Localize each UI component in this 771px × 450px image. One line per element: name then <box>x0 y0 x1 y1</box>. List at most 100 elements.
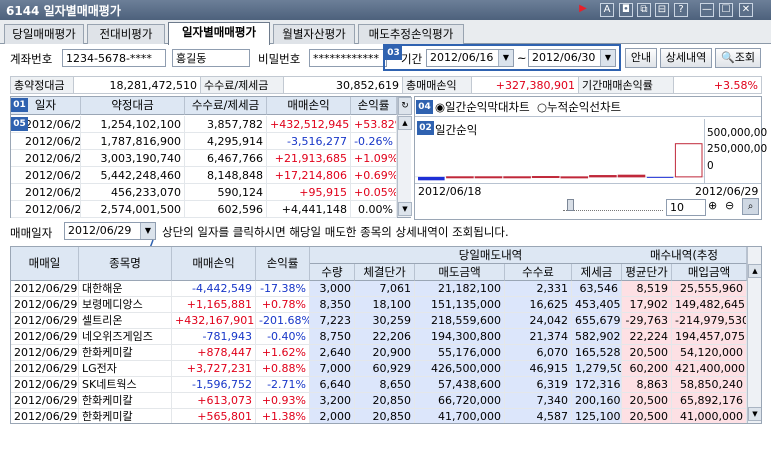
detail-header-5[interactable]: 체결단가 <box>355 264 415 281</box>
daily-cell-amount: 1,254,102,100 <box>81 116 185 133</box>
detail-cell-r: -201.68% <box>256 313 310 329</box>
tab-4[interactable]: 매도추정손익평가 <box>358 24 464 44</box>
search-button[interactable]: 🔍조회 <box>715 48 761 68</box>
window-button-1[interactable]: A <box>600 3 614 17</box>
daily-header-2[interactable]: 수수료/제세금 <box>185 97 267 115</box>
daily-row[interactable]: 2012/06/273,003,190,7406,467,766+21,913,… <box>11 150 397 167</box>
detail-row[interactable]: 2012/06/29 LG전자 +3,727,231 +0.88% 7,000 60,92… <box>11 361 747 377</box>
detail-header-0[interactable]: 매매일 <box>11 247 79 281</box>
detail-row[interactable]: 2012/06/29 보령메디앙스 +1,165,881 +0.78% 8,350 18,… <box>11 297 747 313</box>
daily-cell-rate: 0.00% <box>351 201 397 218</box>
slider-handle[interactable] <box>567 199 574 211</box>
daily-cell-fee: 8,148,848 <box>185 167 267 184</box>
detail-cell-s: 41,700,000 <box>415 409 505 423</box>
window-button-6[interactable]: — <box>700 3 714 17</box>
scroll-down-icon[interactable]: ▼ <box>398 202 412 216</box>
daily-row[interactable]: 2012/06/281,787,816,9004,295,914-3,516,2… <box>11 133 397 150</box>
detail-header-1[interactable]: 종목명 <box>79 247 172 281</box>
detail-cell-b: 41,000,000 <box>672 409 747 423</box>
detail-cell-q: 2,000 <box>310 409 355 423</box>
tab-1[interactable]: 전대비평가 <box>87 24 165 44</box>
detail-cell-f: 7,340 <box>505 393 572 409</box>
daily-scrollbar[interactable]: ↻ ▲ ▼ <box>397 97 412 217</box>
radio-daily-bar[interactable]: ◉일간순익막대차트 <box>435 99 530 115</box>
window-button-4[interactable]: ⊟ <box>655 3 669 17</box>
detail-cell-n: 보령메디앙스 <box>79 297 172 313</box>
date-from-select[interactable]: 2012/06/16 ▼ <box>426 49 514 67</box>
zoom-slider[interactable] <box>563 199 663 211</box>
daily-cell-rate: +53.82% <box>351 116 397 133</box>
daily-cell-fee: 4,295,914 <box>185 133 267 150</box>
chevron-down-icon[interactable]: ▼ <box>140 223 155 239</box>
tab-3[interactable]: 월별자산평가 <box>273 24 355 44</box>
detail-header-2[interactable]: 매매손익 <box>172 247 256 281</box>
detail-row[interactable]: 2012/06/29 SK네트웍스 -1,596,752 -2.71% 6,640 8,6… <box>11 377 747 393</box>
detail-cell-a: 20,500 <box>622 393 672 409</box>
fee-tax-value: 30,852,619 <box>283 76 403 94</box>
detail-header-6[interactable]: 매도금액 <box>415 264 505 281</box>
detail-header-4[interactable]: 수량 <box>310 264 355 281</box>
daily-row[interactable]: 2012/06/25456,233,070590,124+95,915+0.05… <box>11 184 397 201</box>
tab-0[interactable]: 당일매매평가 <box>4 24 84 44</box>
detail-cell-t: 1,279,500 <box>572 361 622 377</box>
detail-cell-d: 2012/06/29 <box>11 409 79 423</box>
zoom-input[interactable] <box>666 199 706 216</box>
scroll-up-icon[interactable]: ▲ <box>398 116 412 130</box>
chevron-down-icon[interactable]: ▼ <box>498 50 513 66</box>
tab-2[interactable]: 일자별매매평가 <box>168 22 270 45</box>
detail-row[interactable]: 2012/06/29 셀트리온 +432,167,901 -201.68% 7,223 3… <box>11 313 747 329</box>
password-label: 비밀번호 <box>258 52 301 66</box>
detail-header-7[interactable]: 수수료 <box>505 264 572 281</box>
detail-cell-p: 20,900 <box>355 345 415 361</box>
daily-cell-amount: 5,442,248,460 <box>81 167 185 184</box>
detail-row[interactable]: 2012/06/29 한화케미칼 +878,447 +1.62% 2,640 20,900… <box>11 345 747 361</box>
guide-button[interactable]: 안내 <box>625 48 657 68</box>
detail-cell-b: 149,482,645 <box>672 297 747 313</box>
zoom-in-icon[interactable]: ⊕ <box>708 199 717 212</box>
chevron-down-icon[interactable]: ▼ <box>600 50 615 66</box>
zoom-reset-icon[interactable]: ⌕ <box>742 198 759 215</box>
detail-scrollbar[interactable]: ▲ ▼ <box>747 247 761 423</box>
search-icon: 🔍 <box>721 51 735 64</box>
detail-header-9[interactable]: 평균단가 <box>622 264 672 281</box>
account-input[interactable] <box>62 49 166 67</box>
daily-header-1[interactable]: 약정대금 <box>81 97 185 115</box>
daily-row[interactable]: 2012/06/291,254,102,1003,857,782+432,512… <box>11 116 397 133</box>
detail-header-3[interactable]: 손익률 <box>256 247 310 281</box>
detail-cell-s: 218,559,600 <box>415 313 505 329</box>
window-button-5[interactable]: ? <box>674 3 688 17</box>
group-buy-header[interactable]: 매수내역(추정 <box>622 247 747 264</box>
daily-row[interactable]: 2012/06/265,442,248,4608,148,848+17,214,… <box>11 167 397 184</box>
detail-header-8[interactable]: 제세금 <box>572 264 622 281</box>
detail-cell-n: LG전자 <box>79 361 172 377</box>
group-sell-header[interactable]: 당일매도내역 <box>310 247 672 264</box>
daily-header-3[interactable]: 매매손익 <box>267 97 351 115</box>
daily-row[interactable]: 2012/06/222,574,001,500602,596+4,441,148… <box>11 201 397 218</box>
detail-cell-n: SK네트웍스 <box>79 377 172 393</box>
detail-cell-t: 453,405 <box>572 297 622 313</box>
scroll-up-icon[interactable]: ▲ <box>748 264 761 278</box>
window-button-3[interactable]: ⧉ <box>637 3 651 17</box>
bar-2012/06/21 <box>503 176 531 179</box>
window-button-8[interactable]: ✕ <box>739 3 753 17</box>
detail-row[interactable]: 2012/06/29 대한해운 -4,442,549 -17.38% 3,000 7,06… <box>11 281 747 297</box>
password-input[interactable] <box>309 49 387 67</box>
window-button-2[interactable]: ◘ <box>619 3 633 17</box>
date-to-select[interactable]: 2012/06/30 ▼ <box>528 49 616 67</box>
scroll-down-icon[interactable]: ▼ <box>748 407 761 421</box>
window-button-0[interactable]: ▶ <box>576 3 590 17</box>
daily-header-4[interactable]: 손익률 <box>351 97 397 115</box>
detail-cell-n: 한화케미칼 <box>79 393 172 409</box>
detail-row[interactable]: 2012/06/29 한화케미칼 +613,073 +0.93% 3,200 20,850… <box>11 393 747 409</box>
detail-cell-p: 30,259 <box>355 313 415 329</box>
window-button-7[interactable]: ☐ <box>719 3 733 17</box>
detail-cell-pl: +3,727,231 <box>172 361 256 377</box>
detail-cell-t: 165,528 <box>572 345 622 361</box>
detail-header-10[interactable]: 매입금액 <box>672 264 747 281</box>
refresh-icon[interactable]: ↻ <box>398 97 412 115</box>
radio-cumulative-line[interactable]: ○누적순익선차트 <box>537 99 621 115</box>
detail-row[interactable]: 2012/06/29 네오위즈게임즈 -781,943 -0.40% 8,750 22,2… <box>11 329 747 345</box>
detail-row[interactable]: 2012/06/29 한화케미칼 +565,801 +1.38% 2,000 20,850… <box>11 409 747 423</box>
zoom-out-icon[interactable]: ⊖ <box>725 199 734 212</box>
detail-button[interactable]: 상세내역 <box>660 48 712 68</box>
